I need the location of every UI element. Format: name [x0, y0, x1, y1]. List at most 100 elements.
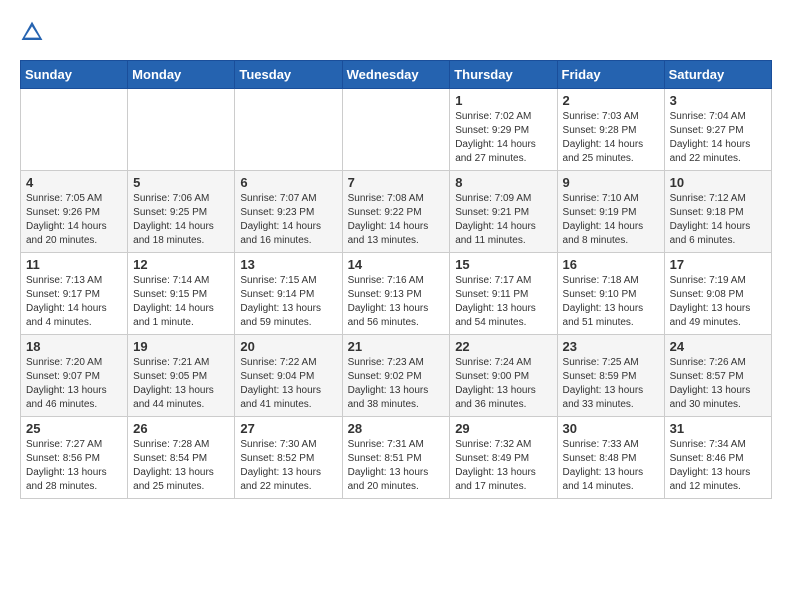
calendar-cell: 11Sunrise: 7:13 AMSunset: 9:17 PMDayligh…: [21, 253, 128, 335]
day-info: Sunrise: 7:20 AMSunset: 9:07 PMDaylight:…: [26, 356, 122, 412]
day-number: 7: [348, 175, 445, 190]
calendar-cell: [128, 89, 235, 171]
calendar-cell: 29 Sunrise: 7:32 AMSunset: 8:49 PMDayligh…: [450, 417, 557, 499]
day-number: 2: [563, 93, 659, 108]
day-number: 26: [133, 421, 229, 436]
day-number: 30: [563, 421, 659, 436]
day-number: 29: [455, 421, 551, 436]
calendar-cell: 2 Sunrise: 7:03 AMSunset: 9:28 PMDaylight…: [557, 89, 664, 171]
calendar-cell: 20 Sunrise: 7:22 AMSunset: 9:04 PMDayligh…: [235, 335, 342, 417]
calendar-cell: 16 Sunrise: 7:18 AMSunset: 9:10 PMDayligh…: [557, 253, 664, 335]
calendar-week-row: 11Sunrise: 7:13 AMSunset: 9:17 PMDayligh…: [21, 253, 772, 335]
calendar-header-row: SundayMondayTuesdayWednesdayThursdayFrid…: [21, 61, 772, 89]
day-info: Sunrise: 7:09 AMSunset: 9:21 PMDaylight:…: [455, 192, 551, 248]
calendar-cell: [342, 89, 450, 171]
calendar-cell: 14 Sunrise: 7:16 AMSunset: 9:13 PMDayligh…: [342, 253, 450, 335]
day-number: 5: [133, 175, 229, 190]
day-info: Sunrise: 7:19 AMSunset: 9:08 PMDaylight:…: [670, 274, 766, 330]
day-number: 11: [26, 257, 122, 272]
day-info: Sunrise: 7:03 AMSunset: 9:28 PMDaylight:…: [563, 110, 659, 166]
calendar-cell: 5Sunrise: 7:06 AMSunset: 9:25 PMDaylight…: [128, 171, 235, 253]
calendar-cell: 21 Sunrise: 7:23 AMSunset: 9:02 PMDayligh…: [342, 335, 450, 417]
calendar-week-row: 1 Sunrise: 7:02 AMSunset: 9:29 PMDaylight…: [21, 89, 772, 171]
calendar-cell: [21, 89, 128, 171]
day-info: Sunrise: 7:10 AMSunset: 9:19 PMDaylight:…: [563, 192, 659, 248]
day-number: 14: [348, 257, 445, 272]
day-number: 20: [240, 339, 336, 354]
calendar-cell: 4 Sunrise: 7:05 AMSunset: 9:26 PMDaylight…: [21, 171, 128, 253]
calendar-cell: 25 Sunrise: 7:27 AMSunset: 8:56 PMDayligh…: [21, 417, 128, 499]
day-info: Sunrise: 7:12 AMSunset: 9:18 PMDaylight:…: [670, 192, 766, 248]
day-info: Sunrise: 7:25 AMSunset: 8:59 PMDaylight:…: [563, 356, 659, 412]
calendar-week-row: 4 Sunrise: 7:05 AMSunset: 9:26 PMDaylight…: [21, 171, 772, 253]
calendar-week-row: 25 Sunrise: 7:27 AMSunset: 8:56 PMDayligh…: [21, 417, 772, 499]
day-info: Sunrise: 7:26 AMSunset: 8:57 PMDaylight:…: [670, 356, 766, 412]
calendar-cell: 23 Sunrise: 7:25 AMSunset: 8:59 PMDayligh…: [557, 335, 664, 417]
calendar-cell: 15 Sunrise: 7:17 AMSunset: 9:11 PMDayligh…: [450, 253, 557, 335]
calendar-cell: 10 Sunrise: 7:12 AMSunset: 9:18 PMDayligh…: [664, 171, 771, 253]
calendar-cell: 9Sunrise: 7:10 AMSunset: 9:19 PMDaylight…: [557, 171, 664, 253]
calendar-cell: 24 Sunrise: 7:26 AMSunset: 8:57 PMDayligh…: [664, 335, 771, 417]
day-info: Sunrise: 7:27 AMSunset: 8:56 PMDaylight:…: [26, 438, 122, 494]
day-info: Sunrise: 7:02 AMSunset: 9:29 PMDaylight:…: [455, 110, 551, 166]
day-number: 13: [240, 257, 336, 272]
day-info: Sunrise: 7:34 AMSunset: 8:46 PMDaylight:…: [670, 438, 766, 494]
day-info: Sunrise: 7:28 AMSunset: 8:54 PMDaylight:…: [133, 438, 229, 494]
calendar-cell: 22 Sunrise: 7:24 AMSunset: 9:00 PMDayligh…: [450, 335, 557, 417]
page-header: [20, 20, 772, 44]
day-number: 23: [563, 339, 659, 354]
day-number: 4: [26, 175, 122, 190]
day-number: 21: [348, 339, 445, 354]
calendar-cell: 18Sunrise: 7:20 AMSunset: 9:07 PMDayligh…: [21, 335, 128, 417]
calendar-cell: 30 Sunrise: 7:33 AMSunset: 8:48 PMDayligh…: [557, 417, 664, 499]
calendar-cell: 3 Sunrise: 7:04 AMSunset: 9:27 PMDaylight…: [664, 89, 771, 171]
calendar-cell: 19Sunrise: 7:21 AMSunset: 9:05 PMDayligh…: [128, 335, 235, 417]
logo: [20, 20, 48, 44]
calendar-cell: 8 Sunrise: 7:09 AMSunset: 9:21 PMDaylight…: [450, 171, 557, 253]
calendar-cell: 17Sunrise: 7:19 AMSunset: 9:08 PMDayligh…: [664, 253, 771, 335]
calendar-cell: 26 Sunrise: 7:28 AMSunset: 8:54 PMDayligh…: [128, 417, 235, 499]
day-of-week-friday: Friday: [557, 61, 664, 89]
day-of-week-thursday: Thursday: [450, 61, 557, 89]
day-number: 16: [563, 257, 659, 272]
day-info: Sunrise: 7:16 AMSunset: 9:13 PMDaylight:…: [348, 274, 445, 330]
day-number: 12: [133, 257, 229, 272]
day-of-week-monday: Monday: [128, 61, 235, 89]
calendar-cell: [235, 89, 342, 171]
calendar-cell: 6Sunrise: 7:07 AMSunset: 9:23 PMDaylight…: [235, 171, 342, 253]
calendar-cell: 1 Sunrise: 7:02 AMSunset: 9:29 PMDaylight…: [450, 89, 557, 171]
day-of-week-sunday: Sunday: [21, 61, 128, 89]
day-of-week-saturday: Saturday: [664, 61, 771, 89]
calendar-cell: 12Sunrise: 7:14 AMSunset: 9:15 PMDayligh…: [128, 253, 235, 335]
calendar-cell: 27 Sunrise: 7:30 AMSunset: 8:52 PMDayligh…: [235, 417, 342, 499]
day-number: 3: [670, 93, 766, 108]
day-info: Sunrise: 7:31 AMSunset: 8:51 PMDaylight:…: [348, 438, 445, 494]
day-number: 27: [240, 421, 336, 436]
calendar-table: SundayMondayTuesdayWednesdayThursdayFrid…: [20, 60, 772, 499]
day-info: Sunrise: 7:15 AMSunset: 9:14 PMDaylight:…: [240, 274, 336, 330]
day-info: Sunrise: 7:18 AMSunset: 9:10 PMDaylight:…: [563, 274, 659, 330]
day-number: 8: [455, 175, 551, 190]
calendar-cell: 7 Sunrise: 7:08 AMSunset: 9:22 PMDaylight…: [342, 171, 450, 253]
day-info: Sunrise: 7:33 AMSunset: 8:48 PMDaylight:…: [563, 438, 659, 494]
calendar-cell: 13 Sunrise: 7:15 AMSunset: 9:14 PMDayligh…: [235, 253, 342, 335]
day-of-week-tuesday: Tuesday: [235, 61, 342, 89]
day-number: 1: [455, 93, 551, 108]
day-number: 25: [26, 421, 122, 436]
day-number: 22: [455, 339, 551, 354]
day-info: Sunrise: 7:05 AMSunset: 9:26 PMDaylight:…: [26, 192, 122, 248]
day-info: Sunrise: 7:22 AMSunset: 9:04 PMDaylight:…: [240, 356, 336, 412]
day-number: 10: [670, 175, 766, 190]
day-info: Sunrise: 7:32 AMSunset: 8:49 PMDaylight:…: [455, 438, 551, 494]
day-of-week-wednesday: Wednesday: [342, 61, 450, 89]
day-info: Sunrise: 7:30 AMSunset: 8:52 PMDaylight:…: [240, 438, 336, 494]
day-info: Sunrise: 7:04 AMSunset: 9:27 PMDaylight:…: [670, 110, 766, 166]
day-info: Sunrise: 7:23 AMSunset: 9:02 PMDaylight:…: [348, 356, 445, 412]
day-info: Sunrise: 7:21 AMSunset: 9:05 PMDaylight:…: [133, 356, 229, 412]
day-info: Sunrise: 7:17 AMSunset: 9:11 PMDaylight:…: [455, 274, 551, 330]
day-number: 15: [455, 257, 551, 272]
calendar-week-row: 18Sunrise: 7:20 AMSunset: 9:07 PMDayligh…: [21, 335, 772, 417]
day-number: 24: [670, 339, 766, 354]
day-info: Sunrise: 7:08 AMSunset: 9:22 PMDaylight:…: [348, 192, 445, 248]
day-info: Sunrise: 7:24 AMSunset: 9:00 PMDaylight:…: [455, 356, 551, 412]
